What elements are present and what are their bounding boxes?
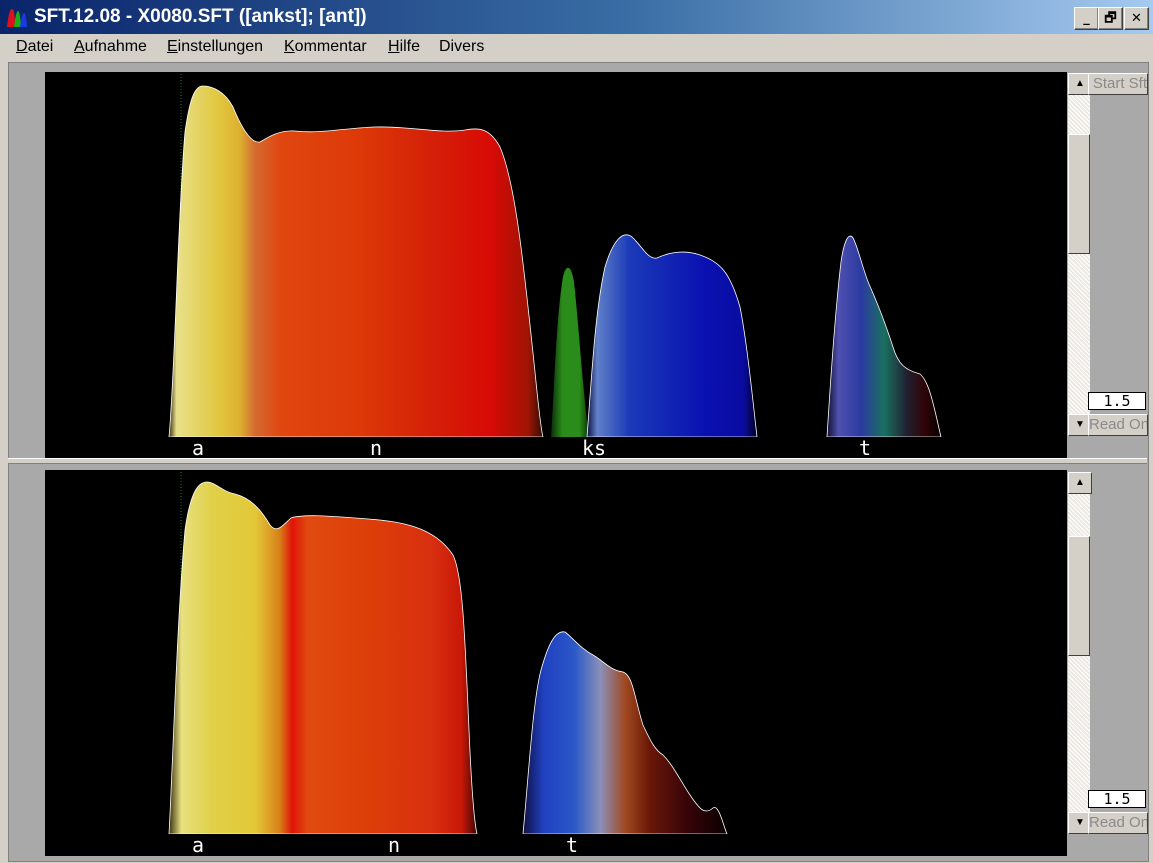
scroll-up-button[interactable]: ▲	[1068, 472, 1092, 494]
scrollbar-thumb-2[interactable]	[1068, 536, 1090, 656]
read-on-button-1[interactable]: Read On	[1088, 414, 1148, 436]
segment-label: t	[566, 833, 579, 857]
spectrum-plot-1	[45, 72, 1067, 437]
value-display-1: 1.5	[1088, 392, 1146, 410]
menu-datei[interactable]: Datei	[16, 38, 53, 56]
segment-label-bar-2: a n t	[45, 834, 1067, 856]
menu-mnemonic: E	[167, 38, 178, 55]
menu-label: ilfe	[399, 38, 421, 55]
menu-mnemonic: D	[16, 38, 28, 55]
window-title: SFT.12.08 - X0080.SFT ([ankst]; [ant])	[34, 6, 367, 27]
segment-label: ks	[582, 436, 607, 460]
segment-label: a	[192, 833, 205, 857]
start-sft-button[interactable]: Start Sft	[1088, 73, 1148, 95]
segment-label: n	[388, 833, 401, 857]
menu-einstellungen[interactable]: Einstellungen	[167, 38, 263, 56]
menu-mnemonic: K	[284, 38, 295, 55]
read-on-button-2[interactable]: Read On	[1088, 812, 1148, 834]
segment-label-bar-1: a n ks t	[45, 436, 1067, 460]
restore-button[interactable]: 🗗	[1098, 7, 1123, 30]
arrow-up-icon: ▲	[1075, 477, 1085, 488]
arrow-down-icon: ▼	[1075, 817, 1085, 828]
menu-label: ommentar	[294, 38, 367, 55]
value-display-2: 1.5	[1088, 790, 1146, 808]
scrollbar-thumb-1[interactable]	[1068, 134, 1090, 254]
segment-label: n	[370, 436, 383, 460]
close-button[interactable]: ✕	[1124, 7, 1149, 30]
menu-bar: Datei Aufnahme Einstellungen Kommentar H…	[0, 34, 1153, 60]
menu-label: Divers	[439, 38, 485, 55]
title-bar: SFT.12.08 - X0080.SFT ([ankst]; [ant]) _…	[0, 0, 1153, 34]
menu-label: atei	[27, 38, 54, 55]
menu-mnemonic: H	[388, 38, 400, 55]
menu-label: ufnahme	[84, 38, 147, 55]
panel-splitter[interactable]	[8, 458, 1147, 464]
menu-label: instellungen	[177, 38, 264, 55]
segment-label: t	[859, 436, 872, 460]
menu-aufnahme[interactable]: Aufnahme	[74, 38, 147, 56]
menu-divers[interactable]: Divers	[439, 38, 484, 56]
app-icon	[7, 9, 27, 27]
menu-kommentar[interactable]: Kommentar	[284, 38, 367, 56]
menu-hilfe[interactable]: Hilfe	[388, 38, 420, 56]
arrow-down-icon: ▼	[1075, 419, 1085, 430]
minimize-button[interactable]: _	[1074, 7, 1099, 30]
menu-mnemonic: A	[74, 38, 85, 55]
segment-label: a	[192, 436, 205, 460]
spectrum-plot-2	[45, 470, 1067, 834]
arrow-up-icon: ▲	[1075, 78, 1085, 89]
